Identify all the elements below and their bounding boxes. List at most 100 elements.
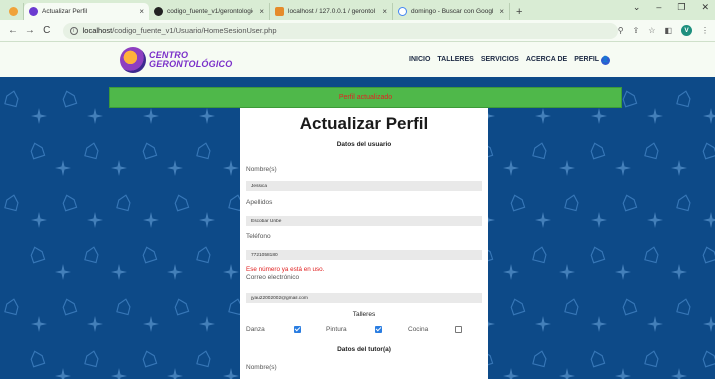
house-pattern-icon: ⌂ — [23, 235, 50, 270]
apellidos-label: Apellidos — [246, 199, 273, 206]
url-host: localhost — [82, 26, 113, 35]
house-pattern-icon: ⌂ — [695, 339, 715, 374]
sparkle-pattern-icon — [702, 211, 715, 229]
house-pattern-icon: ⌂ — [167, 287, 194, 322]
sparkle-pattern-icon — [54, 159, 72, 177]
telefono-error: Ese número ya está en uso. — [246, 266, 325, 273]
bookmark-star-icon[interactable]: ☆ — [648, 26, 655, 35]
sparkle-pattern-icon — [614, 159, 632, 177]
tab-label: localhost / 127.0.0.1 / gerontol — [288, 8, 376, 15]
correo-label: Correo electrónico — [246, 274, 300, 281]
tab-search-icon[interactable] — [4, 3, 24, 20]
sparkle-pattern-icon — [110, 263, 128, 281]
sparkle-pattern-icon — [534, 211, 552, 229]
talleres-heading: Talleres — [352, 311, 376, 318]
sparkle-pattern-icon — [534, 107, 552, 125]
banner-message: Perfil actualizado — [338, 94, 393, 101]
apellidos-field[interactable] — [246, 216, 482, 226]
toolbar-right-icons: ⚲ ⇪ ☆ ◧ V ⋮ — [618, 25, 709, 36]
nav-servicios[interactable]: SERVICIOS — [481, 56, 519, 65]
taller-pintura-label: Pintura — [326, 326, 347, 333]
site-info-icon[interactable]: i — [69, 26, 78, 35]
zoom-icon[interactable]: ⚲ — [618, 26, 624, 35]
house-pattern-icon: ⌂ — [192, 339, 217, 374]
tab-google[interactable]: domingo - Buscar con Google × — [393, 3, 510, 20]
house-pattern-icon: ⌂ — [615, 183, 642, 218]
page-viewport: CENTRO GERONTOLÓGICO INICIO TALLERES SER… — [0, 42, 715, 379]
back-arrow-icon[interactable]: ← — [6, 25, 20, 36]
nombre-field[interactable] — [246, 181, 482, 191]
close-tab-icon[interactable]: × — [253, 7, 264, 16]
forward-arrow-icon[interactable]: → — [23, 25, 37, 36]
nav-talleres[interactable]: TALLERES — [437, 56, 473, 65]
logo-line-2: GERONTOLÓGICO — [149, 59, 233, 69]
nav-inicio[interactable]: INICIO — [409, 56, 430, 65]
sparkle-pattern-icon — [30, 211, 48, 229]
house-pattern-icon: ⌂ — [167, 183, 194, 218]
sparkle-pattern-icon — [198, 107, 216, 125]
sparkle-pattern-icon — [502, 367, 520, 379]
nav-perfil-label: PERFIL — [574, 56, 600, 63]
sidepanel-icon[interactable]: ◧ — [664, 26, 672, 35]
house-pattern-icon: ⌂ — [0, 287, 25, 322]
house-pattern-icon: ⌂ — [80, 339, 105, 374]
share-icon[interactable]: ⇪ — [633, 26, 640, 35]
chevron-down-icon[interactable]: ⌄ — [633, 2, 641, 13]
telefono-label: Teléfono — [246, 233, 271, 240]
house-pattern-icon: ⌂ — [0, 183, 25, 218]
house-pattern-icon: ⌂ — [55, 79, 82, 114]
sparkle-pattern-icon — [590, 315, 608, 333]
window-controls: ⌄ – ❐ ✕ — [633, 2, 709, 13]
taller-pintura-checkbox[interactable] — [375, 326, 382, 333]
sparkle-pattern-icon — [558, 367, 576, 379]
house-pattern-icon: ⌂ — [640, 339, 665, 374]
house-pattern-icon: ⌂ — [640, 235, 665, 270]
close-tab-icon[interactable]: × — [133, 7, 144, 16]
sparkle-pattern-icon — [670, 263, 688, 281]
house-pattern-icon: ⌂ — [55, 287, 82, 322]
tab-phpmyadmin[interactable]: localhost / 127.0.0.1 / gerontol × — [270, 3, 393, 20]
sparkle-pattern-icon — [702, 107, 715, 125]
address-bar[interactable]: i localhost /codigo_fuente_v1/Usuario/Ho… — [62, 22, 618, 39]
tab-actualizar-perfil[interactable]: Actualizar Perfil × — [24, 3, 149, 20]
profile-avatar[interactable]: V — [681, 25, 692, 36]
house-pattern-icon: ⌂ — [112, 287, 137, 322]
browser-toolbar: ← → C i localhost /codigo_fuente_v1/Usua… — [0, 20, 715, 42]
tab-github[interactable]: codigo_fuente_v1/gerontologic × — [149, 3, 270, 20]
logo-emblem-icon — [120, 47, 146, 73]
close-tab-icon[interactable]: × — [493, 7, 504, 16]
house-pattern-icon: ⌂ — [23, 339, 50, 374]
nav-perfil[interactable]: PERFIL 👤 — [574, 56, 611, 65]
sparkle-pattern-icon — [198, 315, 216, 333]
sparkle-pattern-icon — [54, 263, 72, 281]
site-logo[interactable]: CENTRO GERONTOLÓGICO — [120, 47, 232, 73]
close-window-icon[interactable]: ✕ — [701, 2, 709, 13]
restore-icon[interactable]: ❐ — [677, 2, 685, 13]
sparkle-pattern-icon — [670, 367, 688, 379]
minimize-icon[interactable]: – — [656, 2, 661, 13]
page-title: Actualizar Perfil — [299, 114, 429, 133]
reload-icon[interactable]: C — [40, 25, 54, 36]
email-field[interactable] — [246, 293, 482, 303]
sparkle-pattern-icon — [702, 315, 715, 333]
sparkle-pattern-icon — [222, 159, 240, 177]
telefono-field[interactable] — [246, 250, 482, 260]
house-pattern-icon: ⌂ — [583, 131, 610, 166]
section-tutor-heading: Datos del tutor(a) — [337, 346, 391, 353]
sparkle-pattern-icon — [198, 211, 216, 229]
close-tab-icon[interactable]: × — [376, 7, 387, 16]
section-user-heading: Datos del usuario — [336, 141, 392, 148]
sparkle-pattern-icon — [646, 315, 664, 333]
sparkle-pattern-icon — [614, 367, 632, 379]
taller-danza-checkbox[interactable] — [294, 326, 301, 333]
house-pattern-icon: ⌂ — [192, 235, 217, 270]
url-path: /codigo_fuente_v1/Usuario/HomeSesionUser… — [112, 26, 277, 35]
taller-cocina-checkbox[interactable] — [455, 326, 462, 333]
nav-acerca-de[interactable]: ACERCA DE — [526, 56, 567, 65]
tutor-nombre-label: Nombre(s) — [246, 364, 277, 371]
tab-label: domingo - Buscar con Google — [411, 8, 494, 15]
sparkle-pattern-icon — [166, 367, 184, 379]
main-nav: INICIO TALLERES SERVICIOS ACERCA DE PERF… — [409, 56, 611, 65]
kebab-menu-icon[interactable]: ⋮ — [701, 26, 709, 35]
new-tab-button[interactable]: + — [516, 6, 522, 18]
